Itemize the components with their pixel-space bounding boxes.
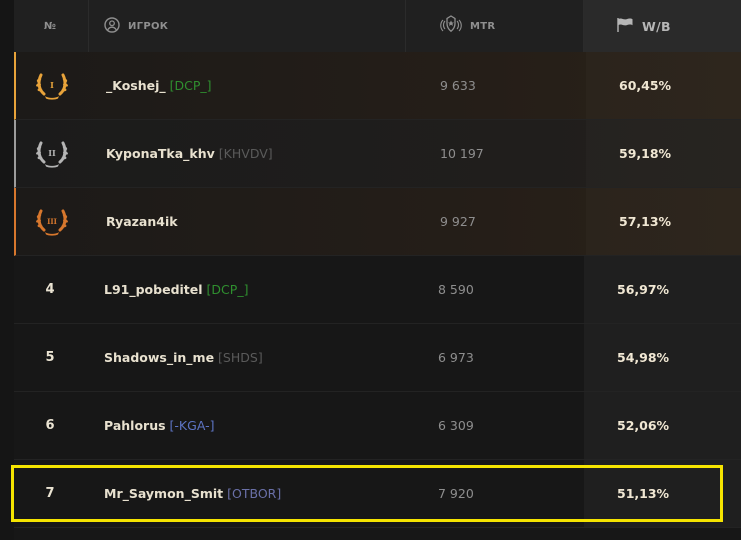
wr-value: 60,45% (619, 78, 672, 93)
table-row[interactable]: 5 Shadows_in_me [SHDS] 6 973 54,98% (14, 324, 741, 392)
table-row[interactable]: I _Koshej_ [DCP_] 9 633 60,45% (14, 52, 741, 120)
clan-tag[interactable]: [-KGA-] (170, 418, 215, 433)
user-circle-icon (104, 16, 128, 36)
rank-number: 5 (45, 350, 55, 365)
wr-header-label: W/B (642, 18, 671, 34)
leaderboard-table: № ИГРОК MTR W/B I _Koshej_ [DCP_] 9 633 … (14, 0, 741, 540)
mtr-value: 9 927 (440, 214, 476, 229)
rating-emblem-icon (440, 14, 470, 38)
mtr-value: 10 197 (440, 146, 484, 161)
rank-number: 6 (45, 418, 55, 433)
header-divider (405, 0, 406, 52)
rank-badge-bronze: III (16, 188, 88, 255)
svg-text:II: II (48, 148, 56, 158)
wr-value: 59,18% (619, 146, 672, 161)
table-header: № ИГРОК MTR W/B (14, 0, 741, 53)
table-row[interactable]: III Ryazan4ik 9 927 57,13% (14, 188, 741, 256)
current-player-highlight (11, 465, 723, 522)
wr-value: 56,97% (617, 282, 670, 297)
mtr-value: 6 309 (438, 418, 474, 433)
player-name-cell[interactable]: Pahlorus [-KGA-] (104, 392, 214, 459)
table-row[interactable]: 6 Pahlorus [-KGA-] 6 309 52,06% (14, 392, 741, 460)
mtr-column-header[interactable]: MTR (440, 0, 495, 52)
player-name: L91_pobeditel (104, 282, 203, 297)
clan-tag[interactable]: [DCP_] (207, 282, 249, 297)
player-name-cell[interactable]: Ryazan4ik (106, 188, 178, 255)
table-row[interactable]: 4 L91_pobeditel [DCP_] 8 590 56,97% (14, 256, 741, 324)
header-divider (88, 0, 89, 52)
clan-tag[interactable]: [DCP_] (170, 78, 212, 93)
player-name-cell[interactable]: L91_pobeditel [DCP_] (104, 256, 248, 323)
rank-column-header: № (14, 0, 86, 52)
laurel-silver-icon: II (36, 141, 68, 168)
player-name-cell[interactable]: _Koshej_ [DCP_] (106, 52, 212, 119)
svg-text:III: III (47, 217, 57, 226)
wr-value: 54,98% (617, 350, 670, 365)
wr-value: 52,06% (617, 418, 670, 433)
player-name: Ryazan4ik (106, 214, 178, 229)
player-header-label: ИГРОК (128, 20, 169, 32)
player-name: Shadows_in_me (104, 350, 215, 365)
wr-column-header[interactable]: W/B (584, 0, 741, 52)
rank-header-label: № (43, 20, 57, 32)
clan-tag[interactable]: [SHDS] (218, 350, 263, 365)
laurel-bronze-icon: III (36, 209, 68, 236)
rank-badge-gold: I (16, 52, 88, 119)
mtr-header-label: MTR (470, 20, 496, 32)
player-name: KyponaTka_khv (106, 146, 215, 161)
laurel-gold-icon: I (36, 73, 68, 100)
mtr-value: 8 590 (438, 282, 474, 297)
clan-tag[interactable]: [KHVDV] (219, 146, 273, 161)
rank-number: 4 (45, 282, 55, 297)
player-name: _Koshej_ (106, 78, 166, 93)
table-row[interactable]: II KyponaTka_khv [KHVDV] 10 197 59,18% (14, 120, 741, 188)
player-name-cell[interactable]: KyponaTka_khv [KHVDV] (106, 120, 273, 187)
player-name-cell[interactable]: Shadows_in_me [SHDS] (104, 324, 263, 391)
svg-text:I: I (50, 80, 54, 90)
player-name: Pahlorus (104, 418, 166, 433)
rank-badge-silver: II (16, 120, 88, 187)
mtr-value: 9 633 (440, 78, 476, 93)
player-column-header[interactable]: ИГРОК (104, 0, 168, 52)
mtr-value: 6 973 (438, 350, 474, 365)
wr-value: 57,13% (619, 214, 672, 229)
flag-icon (616, 17, 642, 36)
